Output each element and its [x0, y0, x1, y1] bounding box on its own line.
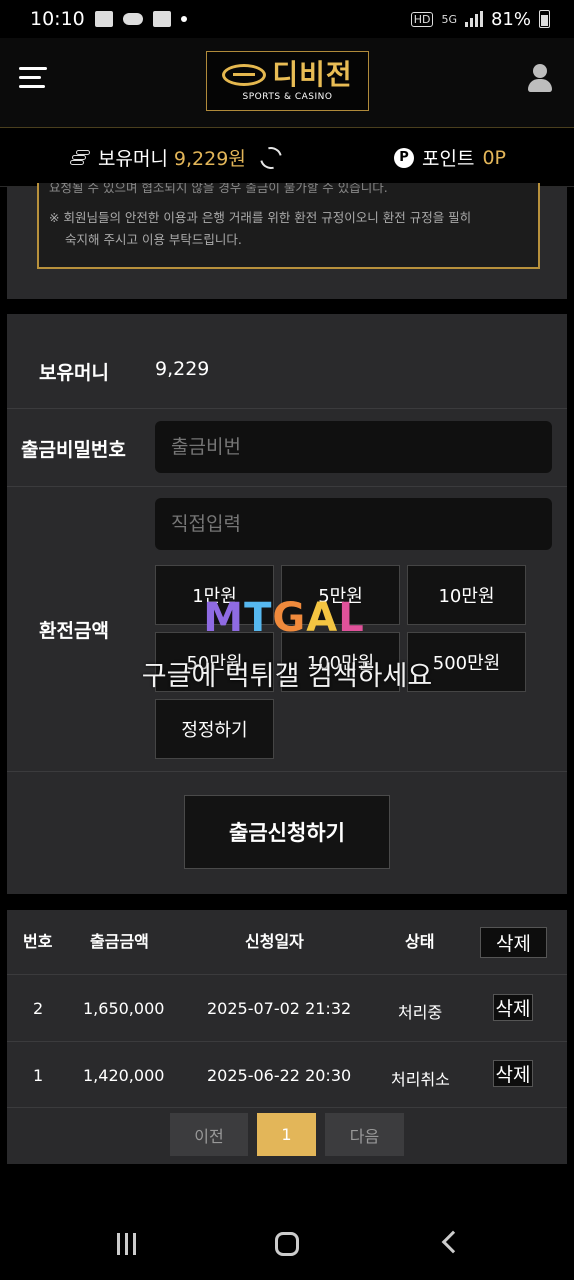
col-header-date: 신청일자 — [245, 932, 304, 951]
notice-line-2: 숙지해 주시고 이용 부탁드립니다. — [65, 232, 242, 247]
app-header: 디비전 SPORTS & CASINO — [0, 38, 574, 128]
notice-line-cut: 요청될 수 있으며 협조되지 않을 경우 출금이 불가할 수 있습니다. — [49, 183, 388, 195]
col-header-amount: 출금금액 — [90, 932, 149, 951]
withdraw-password-input[interactable] — [155, 421, 552, 473]
watermark-letter: A — [306, 595, 339, 641]
balance-value: 9,229 — [155, 358, 210, 380]
password-label: 출금비밀번호 — [21, 439, 126, 461]
amount-100k-button[interactable]: 10만원 — [407, 565, 526, 625]
signal-icon — [464, 11, 483, 27]
col-header-no: 번호 — [23, 932, 53, 951]
row-amount: 1,650,000 — [83, 999, 165, 1018]
site-logo[interactable]: 디비전 SPORTS & CASINO — [206, 51, 369, 111]
logo-subtitle: SPORTS & CASINO — [242, 92, 333, 102]
amount-input[interactable] — [155, 498, 552, 550]
divider — [7, 1107, 567, 1108]
money-label: 보유머니 — [98, 148, 168, 170]
balance-bar: 보유머니 9,229원 P 포인트 0P — [0, 128, 574, 187]
row-no: 2 — [33, 999, 44, 1018]
row-no: 1 — [33, 1066, 44, 1085]
row-date: 2025-06-22 20:30 — [207, 1066, 352, 1085]
row-date: 2025-07-02 21:32 — [207, 999, 352, 1018]
point-balance: P 포인트 0P — [394, 144, 506, 171]
logo-text: 디비전 — [272, 58, 353, 91]
point-icon: P — [394, 147, 414, 168]
divider — [7, 486, 567, 487]
hd-icon: HD — [410, 11, 434, 27]
5g-icon: 5G — [441, 12, 457, 26]
dot-icon — [180, 16, 187, 22]
row-status: 처리중 — [398, 1003, 443, 1022]
back-icon[interactable] — [441, 1230, 465, 1254]
refresh-icon[interactable] — [255, 142, 286, 173]
divider — [7, 408, 567, 409]
delete-all-button[interactable]: 삭제 — [480, 927, 547, 958]
cloud-icon — [122, 13, 143, 25]
exchange-rules-notice: 요청될 수 있으며 협조되지 않을 경우 출금이 불가할 수 있습니다. ※ 회… — [37, 183, 540, 269]
col-header-status: 상태 — [405, 932, 435, 951]
balance-label: 보유머니 — [39, 362, 109, 384]
withdrawal-history-table: 번호 출금금액 신청일자 상태 삭제 2 1,650,000 2025-07-0… — [7, 910, 567, 1164]
battery-percent: 81% — [490, 8, 531, 30]
gallery-icon — [94, 11, 113, 27]
money-value: 9,229원 — [173, 148, 246, 170]
hamburger-menu-icon[interactable] — [19, 65, 47, 91]
watermark-logo: M T G A L — [188, 595, 380, 641]
watermark-letter: T — [244, 595, 273, 641]
amount-label: 환전금액 — [39, 620, 109, 642]
battery-icon — [539, 10, 550, 28]
money-balance: 보유머니 9,229원 — [70, 142, 286, 173]
point-label: 포인트 — [422, 148, 475, 170]
point-value: 0P — [482, 146, 506, 169]
user-profile-icon[interactable] — [528, 64, 552, 92]
divider — [7, 974, 567, 975]
watermark-letter: L — [338, 595, 365, 641]
status-bar: 10:10 HD 5G 81% — [0, 0, 574, 38]
check-icon — [152, 11, 171, 27]
delete-row-button[interactable]: 삭제 — [493, 994, 533, 1021]
coins-icon — [70, 148, 92, 168]
watermark-letter: M — [203, 595, 245, 641]
row-status: 처리취소 — [391, 1070, 450, 1089]
watermark-letter: G — [272, 595, 307, 641]
divider — [7, 771, 567, 772]
logo-emblem-icon — [222, 64, 267, 86]
submit-withdrawal-button[interactable]: 출금신청하기 — [184, 795, 390, 869]
pagination-page-1[interactable]: 1 — [257, 1113, 316, 1156]
delete-row-button[interactable]: 삭제 — [493, 1060, 533, 1087]
recent-apps-icon[interactable] — [115, 1233, 139, 1255]
notice-panel: 요청될 수 있으며 협조되지 않을 경우 출금이 불가할 수 있습니다. ※ 회… — [7, 183, 567, 299]
pagination-prev-button[interactable]: 이전 — [170, 1113, 248, 1156]
clock: 10:10 — [30, 8, 85, 30]
system-nav-bar — [0, 1200, 574, 1280]
reset-amount-button[interactable]: 정정하기 — [155, 699, 274, 759]
pagination-next-button[interactable]: 다음 — [325, 1113, 404, 1156]
home-icon[interactable] — [275, 1232, 299, 1256]
notice-line-1: ※ 회원님들의 안전한 이용과 은행 거래를 위한 환전 규정이오니 환전 규정… — [49, 210, 472, 225]
row-amount: 1,420,000 — [83, 1066, 165, 1085]
divider — [7, 1041, 567, 1042]
watermark-text: 구글에 먹튀갤 검색하세요 — [141, 661, 433, 692]
